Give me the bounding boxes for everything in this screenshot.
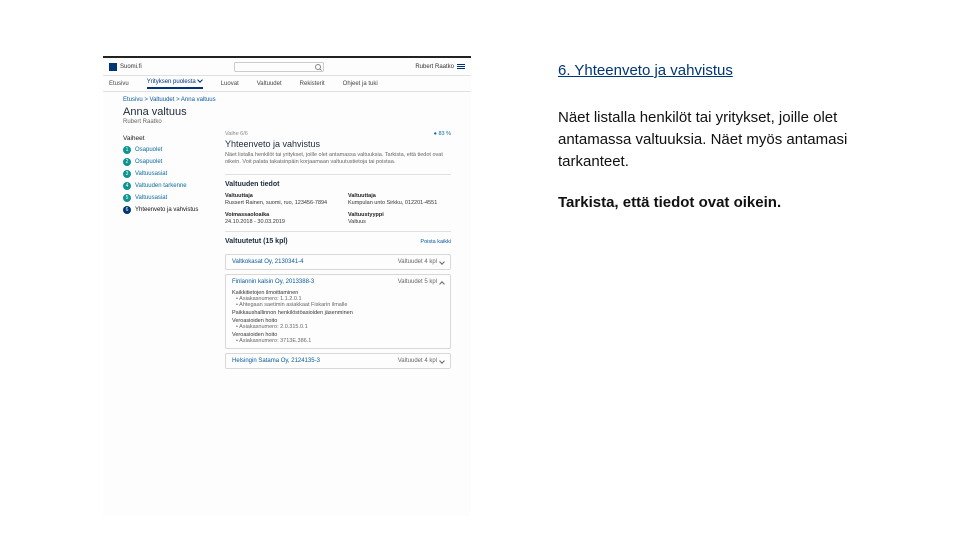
row-badge: Valtuudet 4 kpl xyxy=(398,259,444,265)
user-name[interactable]: Rubert Raatko xyxy=(415,64,454,70)
chevron-up-icon xyxy=(440,280,444,284)
search-icon xyxy=(315,64,321,70)
section-body: Näet listalla henkilöt tai yritykset, jo… xyxy=(558,107,898,172)
page-title: Anna valtuus xyxy=(103,106,471,118)
brand-text: Suomi.fi xyxy=(120,64,142,70)
step-indicator: Vaihe 6/6 xyxy=(225,131,248,137)
step-6[interactable]: 6Yhteenveto ja vahvistus xyxy=(123,206,215,214)
step-2[interactable]: 2Osapuolet xyxy=(123,158,215,166)
grantor-label: Valtuuttaja xyxy=(225,193,328,199)
nav-home[interactable]: Etusivu xyxy=(109,81,129,87)
auth-row[interactable]: Helsingin Satama Oy, 2124135-3 Valtuudet… xyxy=(225,353,451,369)
chevron-down-icon xyxy=(440,260,444,264)
step-1[interactable]: 1Osapuolet xyxy=(123,146,215,154)
grantor-value: Russert Rainen, suomi, ruo, 123456-7894 xyxy=(225,200,328,206)
grantee-label: Valtuuttaja xyxy=(348,193,451,199)
logo-icon xyxy=(109,63,117,71)
divider xyxy=(225,174,451,175)
type-value: Valtuus xyxy=(348,219,451,225)
divider xyxy=(225,231,451,232)
auth-row-expanded[interactable]: Finlannin kalsin Oy, 2013388-3 Valtuudet… xyxy=(225,274,451,349)
search-input[interactable] xyxy=(234,62,324,72)
row-name: Valtkokasat Oy, 2130341-4 xyxy=(232,259,304,265)
chevron-down-icon xyxy=(198,78,203,83)
section-emphasis: Tarkista, että tiedot ovat oikein. xyxy=(558,192,898,214)
auth-row[interactable]: Valtkokasat Oy, 2130341-4 Valtuudet 4 kp… xyxy=(225,254,451,270)
row-name: Helsingin Satama Oy, 2124135-3 xyxy=(232,358,320,364)
brand-logo[interactable]: Suomi.fi xyxy=(109,63,142,71)
nav-registers[interactable]: Rekisterit xyxy=(300,81,325,87)
nav-help[interactable]: Ohjeet ja tuki xyxy=(343,81,378,87)
breadcrumb[interactable]: Etusivu > Valtuudet > Anna valtuus xyxy=(103,92,471,106)
main-nav: Etusivu Yrityksen puolesta Luovat Valtuu… xyxy=(103,76,471,92)
details-heading: Valtuuden tiedot xyxy=(225,181,451,188)
step-3[interactable]: 3Valtuusasiat xyxy=(123,170,215,178)
row-badge: Valtuudet 4 kpl xyxy=(398,358,444,364)
section-description: Näet listalla henkilöt tai yritykset, jo… xyxy=(225,152,451,166)
auth-list-heading: Valtuutetut (15 kpl) xyxy=(225,238,288,245)
perm-detail: • Asiakasnumero: 2.0.315.0.1 xyxy=(236,324,444,330)
nav-company[interactable]: Yrityksen puolesta xyxy=(147,78,203,89)
type-label: Valtuustyyppi xyxy=(348,212,451,218)
section-heading: Yhteenveto ja vahvistus xyxy=(225,139,451,149)
nav-auth[interactable]: Valtuudet xyxy=(257,81,282,87)
nav-created[interactable]: Luovat xyxy=(221,81,239,87)
step-5[interactable]: 5Valtuusasiat xyxy=(123,194,215,202)
menu-icon[interactable] xyxy=(457,64,465,69)
step-4[interactable]: 4Valtuuden tarkenne xyxy=(123,182,215,190)
step-sidebar: Vaiheet 1Osapuolet 2Osapuolet 3Valtuusas… xyxy=(123,131,215,369)
app-header: Suomi.fi Rubert Raatko xyxy=(103,58,471,76)
screenshot-preview: Suomi.fi Rubert Raatko Etusivu Yrityksen… xyxy=(103,56,471,516)
remove-all-link[interactable]: Poista kaikki xyxy=(420,239,451,245)
perm-detail: • Asiakasnumero: 3713E.386.1 xyxy=(236,338,444,344)
validity-value: 24.10.2018 - 30.03.2019 xyxy=(225,219,328,225)
page-subtitle: Rubert Raatko xyxy=(103,118,471,131)
grantee-value: Kumpulan unto Sirkku, 012201-4551 xyxy=(348,200,451,206)
perm-detail: • Ahtegaan saetimin asiakkaat Fiskarin i… xyxy=(236,302,444,308)
validity-label: Voimassaoloaika xyxy=(225,212,328,218)
section-title: 6. Yhteenveto ja vahvistus xyxy=(558,62,898,79)
sidebar-heading: Vaiheet xyxy=(123,135,215,142)
progress-pct: ● 83 % xyxy=(434,131,451,137)
chevron-down-icon xyxy=(440,359,444,363)
perm-item: Paikkaushallinnon henkilöstöasioiden jäs… xyxy=(232,310,444,316)
